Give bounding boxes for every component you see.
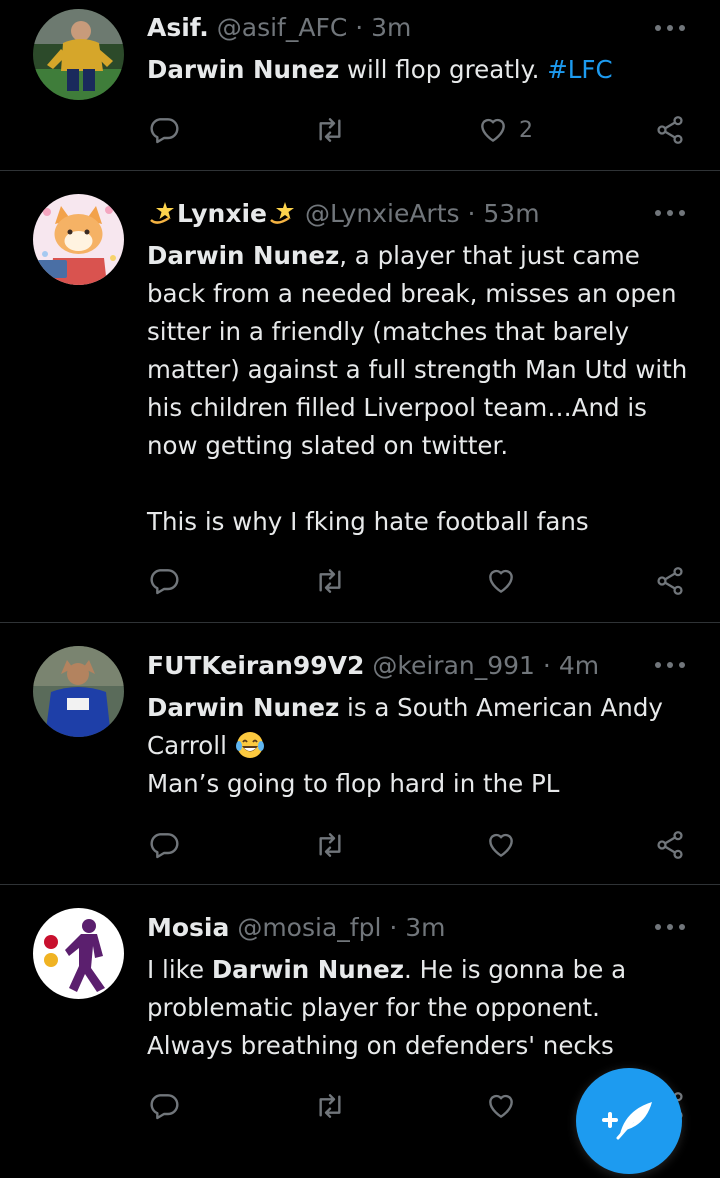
tweet-actions: 2	[0, 113, 720, 147]
tweet-lynxie[interactable]: Lynxie @LynxieArts · 53m Darwin Nunez, a…	[0, 171, 720, 622]
share-button[interactable]	[654, 564, 686, 598]
share-button[interactable]	[654, 828, 686, 862]
reply-icon	[150, 833, 179, 859]
user-handle[interactable]: @asif_AFC	[217, 13, 348, 42]
share-icon	[657, 116, 683, 144]
tweet-futkeiran[interactable]: FUTKeiran99V2 @keiran_991 · 4m Darwin Nu…	[0, 623, 720, 884]
reply-button[interactable]	[148, 1089, 180, 1123]
reply-icon	[150, 118, 179, 144]
user-handle[interactable]: @mosia_fpl	[237, 913, 381, 942]
reply-button[interactable]	[148, 113, 180, 147]
heart-icon	[481, 118, 505, 142]
retweet-button[interactable]	[313, 564, 347, 598]
reply-icon	[150, 1094, 179, 1120]
tweet-text-rest: will flop greatly.	[339, 55, 548, 84]
display-name[interactable]: Asif.	[147, 13, 209, 42]
separator: ·	[389, 913, 398, 942]
tweet-text-bold: Darwin Nunez	[147, 241, 340, 270]
heart-icon	[489, 569, 513, 593]
retweet-button[interactable]	[313, 1089, 347, 1123]
display-name[interactable]: FUTKeiran99V2	[147, 651, 364, 680]
tweet-text: Darwin Nunez will flop greatly. #LFC	[147, 51, 692, 89]
like-button[interactable]	[485, 564, 517, 598]
more-icon[interactable]	[654, 661, 686, 669]
separator: ·	[355, 13, 364, 42]
retweet-icon	[319, 833, 341, 857]
tweet-actions	[0, 828, 720, 862]
timestamp[interactable]: 3m	[371, 13, 411, 42]
tweet-text: Darwin Nunez is a South American Andy Ca…	[147, 689, 692, 803]
retweet-icon	[319, 1094, 341, 1118]
retweet-button[interactable]	[313, 828, 347, 862]
share-icon	[657, 831, 683, 859]
tweet-header: FUTKeiran99V2 @keiran_991 · 4m	[147, 650, 599, 682]
share-icon	[657, 567, 683, 595]
like-count: 2	[519, 117, 533, 143]
more-icon[interactable]	[654, 923, 686, 931]
hashtag-link[interactable]: #LFC	[547, 55, 612, 84]
avatar[interactable]	[33, 9, 124, 100]
retweet-icon	[319, 569, 341, 593]
dizzy-star-icon	[150, 202, 174, 224]
tweet-actions	[0, 564, 720, 598]
dizzy-star-icon	[270, 202, 294, 224]
separator: ·	[542, 651, 551, 680]
tweet-text-rest: , a player that just came back from a ne…	[147, 241, 688, 460]
tweet-text-pre: I like	[147, 955, 212, 984]
separator: ·	[467, 199, 476, 228]
tweet-asif[interactable]: Asif. @asif_AFC · 3m Darwin Nunez will f…	[0, 0, 720, 170]
laughing-tears-emoji-icon	[235, 732, 264, 758]
tweet-text-bold: Darwin Nunez	[147, 693, 340, 722]
avatar[interactable]	[33, 646, 124, 737]
retweet-button[interactable]	[313, 113, 347, 147]
share-button[interactable]	[654, 113, 686, 147]
tweet-text-bold: Darwin Nunez	[211, 955, 405, 984]
tweet-text: Darwin Nunez, a player that just came ba…	[147, 237, 692, 541]
tweet-text: I like Darwin Nunez. He is gonna be a pr…	[147, 951, 692, 1065]
more-icon[interactable]	[654, 209, 686, 217]
display-name[interactable]: Mosia	[147, 913, 229, 942]
timestamp[interactable]: 4m	[559, 651, 599, 680]
tweet-header: Asif. @asif_AFC · 3m	[147, 12, 411, 44]
heart-icon	[489, 833, 513, 857]
like-button[interactable]: 2	[477, 113, 533, 147]
like-button[interactable]	[485, 1089, 517, 1123]
compose-tweet-button[interactable]	[576, 1068, 682, 1174]
user-handle[interactable]: @keiran_991	[372, 651, 535, 680]
like-button[interactable]	[485, 828, 517, 862]
tweet-text-second: Man’s going to flop hard in the PL	[147, 769, 560, 798]
avatar[interactable]	[33, 908, 124, 999]
user-handle[interactable]: @LynxieArts	[305, 199, 460, 228]
timestamp[interactable]: 3m	[405, 913, 445, 942]
tweet-header: Mosia @mosia_fpl · 3m	[147, 912, 446, 944]
reply-button[interactable]	[148, 828, 180, 862]
retweet-icon	[319, 118, 341, 142]
tweet-header: Lynxie @LynxieArts · 53m	[147, 198, 540, 230]
timestamp[interactable]: 53m	[483, 199, 539, 228]
heart-icon	[489, 1094, 513, 1118]
reply-icon	[150, 569, 179, 595]
avatar[interactable]	[33, 194, 124, 285]
display-name[interactable]: Lynxie	[177, 199, 267, 228]
more-icon[interactable]	[654, 24, 686, 32]
tweet-text-second: This is why I fking hate football fans	[147, 507, 589, 536]
compose-feather-icon	[602, 1102, 652, 1140]
reply-button[interactable]	[148, 564, 180, 598]
tweet-text-bold: Darwin Nunez	[147, 55, 340, 84]
